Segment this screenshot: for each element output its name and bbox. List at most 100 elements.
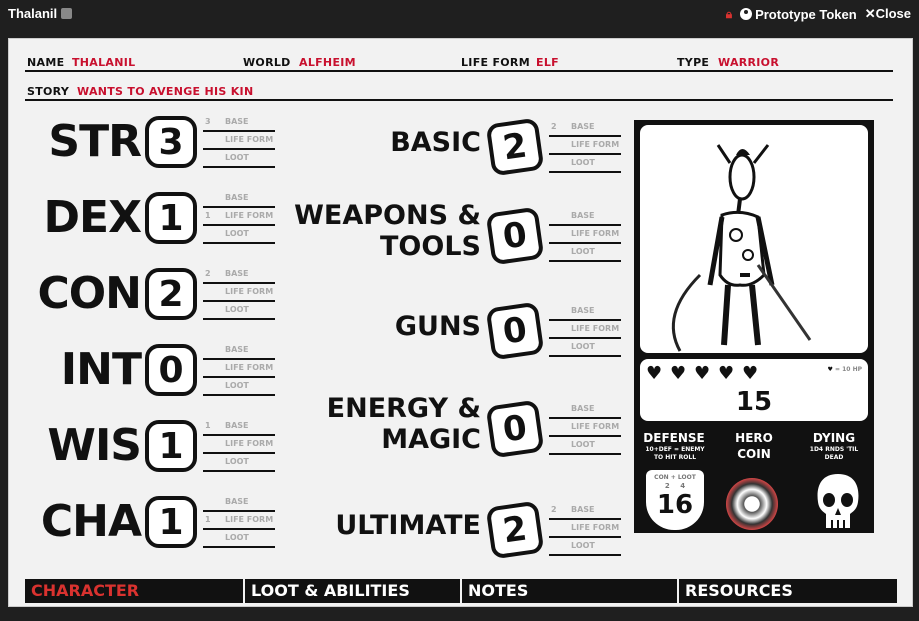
skill-guns-label: GUNS (269, 311, 481, 342)
name-label: NAME (27, 56, 65, 69)
attr-con-lifeform-label: LIFE FORM (225, 287, 274, 296)
skill-energy-magic-label-line2: MAGIC (381, 424, 481, 455)
attr-dex-loot-line[interactable]: LOOT (203, 226, 275, 244)
attr-wis-loot-line[interactable]: LOOT (203, 454, 275, 472)
skill-ultimate-loot-line[interactable]: LOOT (549, 538, 621, 556)
defense-shield[interactable]: CON + LOOT 2 4 16 (646, 470, 704, 530)
name-field[interactable]: THALANIL (72, 56, 135, 69)
skill-ultimate-base-label: BASE (571, 505, 595, 514)
skill-basic-value[interactable]: 2 (485, 117, 545, 177)
prototype-token-button[interactable]: Prototype Token (740, 7, 857, 22)
skill-weapons-tools-lifeform-line[interactable]: LIFE FORM (549, 226, 621, 244)
skill-weapons-tools-loot-label: LOOT (571, 247, 595, 256)
skill-weapons-tools-label-line2: TOOLS (380, 231, 481, 262)
skill-weapons-tools-loot-line[interactable]: LOOT (549, 244, 621, 262)
attr-str-breakdown: 3 BASE LIFE FORM LOOT (203, 114, 275, 168)
attr-str-loot-line[interactable]: LOOT (203, 150, 275, 168)
close-button[interactable]: ✕Close (865, 6, 911, 22)
skill-ultimate-lifeform-label: LIFE FORM (571, 523, 620, 532)
titlebar-actions: 🔒︎ Prototype Token ✕Close (726, 6, 911, 22)
skill-energy-magic-base-line[interactable]: BASE (549, 401, 621, 419)
skill-ultimate-lifeform-line[interactable]: LIFE FORM (549, 520, 621, 538)
dying-title: DYING (812, 431, 856, 445)
lifeform-field[interactable]: ELF (536, 56, 559, 69)
attr-dex-base-line[interactable]: BASE (203, 190, 275, 208)
attr-str-lifeform-line[interactable]: LIFE FORM (203, 132, 275, 150)
skill-ultimate-label: ULTIMATE (269, 510, 481, 541)
skill-guns-lifeform-line[interactable]: LIFE FORM (549, 321, 621, 339)
type-field[interactable]: WARRIOR (718, 56, 779, 69)
attr-str-base-label: BASE (225, 117, 249, 126)
skill-basic-lifeform-line[interactable]: LIFE FORM (549, 137, 621, 155)
character-portrait[interactable] (640, 125, 868, 353)
skill-energy-magic-lifeform-line[interactable]: LIFE FORM (549, 419, 621, 437)
attr-str-value[interactable]: 3 (145, 116, 197, 168)
lifeform-label: LIFE FORM (461, 56, 530, 69)
tab-loot-abilities[interactable]: LOOT & ABILITIES (245, 579, 460, 603)
lock-icon[interactable]: 🔒︎ (726, 7, 732, 22)
attr-con-base-line[interactable]: 2 BASE (203, 266, 275, 284)
attr-wis-lifeform-line[interactable]: LIFE FORM (203, 436, 275, 454)
attr-con-lifeform-line[interactable]: LIFE FORM (203, 284, 275, 302)
skill-guns-base-line[interactable]: BASE (549, 303, 621, 321)
skill-basic-loot-line[interactable]: LOOT (549, 155, 621, 173)
attr-int-lifeform-label: LIFE FORM (225, 363, 274, 372)
skill-weapons-tools-base-line[interactable]: BASE (549, 208, 621, 226)
heart-icon: ♥ (694, 363, 711, 384)
attr-dex-lifeform-line[interactable]: 1 LIFE FORM (203, 208, 275, 226)
tab-resources[interactable]: RESOURCES (679, 579, 897, 603)
skill-energy-magic-lifeform-label: LIFE FORM (571, 422, 620, 431)
defense-con: 2 (664, 482, 670, 490)
skill-weapons-tools-breakdown: BASE LIFE FORM LOOT (549, 208, 621, 262)
skull-icon[interactable] (814, 472, 862, 532)
defense-subtitle: 10+DEF = ENEMY TO HIT ROLL (645, 446, 705, 461)
attr-int-value[interactable]: 0 (145, 344, 197, 396)
attr-wis-base-value: 1 (205, 421, 211, 430)
skill-guns-lifeform-label: LIFE FORM (571, 324, 620, 333)
elf-portrait-illustration (671, 144, 812, 352)
heart-icon: ♥ (646, 363, 663, 384)
skill-basic-label: BASIC (269, 127, 481, 158)
attr-cha-loot-line[interactable]: LOOT (203, 530, 275, 548)
attr-int-base-line[interactable]: BASE (203, 342, 275, 360)
attr-cha-base-label: BASE (225, 497, 249, 506)
attr-wis-value[interactable]: 1 (145, 420, 197, 472)
user-circle-icon (740, 7, 753, 20)
hero-coin-icon[interactable] (726, 478, 778, 530)
skill-weapons-tools-value[interactable]: 0 (485, 206, 545, 266)
skill-guns-loot-line[interactable]: LOOT (549, 339, 621, 357)
skill-ultimate-loot-label: LOOT (571, 541, 595, 550)
skill-energy-magic-label-line1: ENERGY & (326, 393, 481, 424)
story-field[interactable]: WANTS TO AVENGE HIS KIN (77, 85, 253, 98)
skill-ultimate-base-line[interactable]: 2 BASE (549, 502, 621, 520)
tab-character[interactable]: CHARACTER (25, 579, 243, 603)
character-sheet-icon[interactable] (61, 8, 73, 19)
skill-energy-magic-value[interactable]: 0 (485, 399, 545, 459)
attr-con-loot-line[interactable]: LOOT (203, 302, 275, 320)
attr-int-lifeform-line[interactable]: LIFE FORM (203, 360, 275, 378)
attr-cha-base-line[interactable]: BASE (203, 494, 275, 512)
hp-note: ♥ = 10 HP (827, 366, 862, 373)
attr-cha-value[interactable]: 1 (145, 496, 197, 548)
prototype-token-label: Prototype Token (755, 6, 857, 22)
attr-con-breakdown: 2 BASE LIFE FORM LOOT (203, 266, 275, 320)
tab-notes[interactable]: NOTES (462, 579, 677, 603)
attr-dex-value[interactable]: 1 (145, 192, 197, 244)
skill-guns-value[interactable]: 0 (485, 301, 545, 361)
attr-cha-lifeform-line[interactable]: 1 LIFE FORM (203, 512, 275, 530)
world-field[interactable]: ALFHEIM (299, 56, 356, 69)
hit-points-box: ♥ ♥ ♥ ♥ ♥ ♥ = 10 HP 15 (640, 359, 868, 421)
skill-guns-loot-label: LOOT (571, 342, 595, 351)
skill-basic-base-line[interactable]: 2 BASE (549, 119, 621, 137)
attr-str-base-line[interactable]: 3 BASE (203, 114, 275, 132)
attr-con-loot-label: LOOT (225, 305, 249, 314)
skill-ultimate-label-line1: ULTIMATE (335, 510, 481, 541)
hp-value[interactable]: 15 (640, 387, 868, 417)
skill-energy-magic-loot-line[interactable]: LOOT (549, 437, 621, 455)
attr-wis-base-line[interactable]: 1 BASE (203, 418, 275, 436)
attr-con-value[interactable]: 2 (145, 268, 197, 320)
skill-ultimate-value[interactable]: 2 (485, 500, 545, 560)
attr-int-loot-line[interactable]: LOOT (203, 378, 275, 396)
skill-energy-magic-base-label: BASE (571, 404, 595, 413)
close-label: Close (875, 6, 911, 21)
